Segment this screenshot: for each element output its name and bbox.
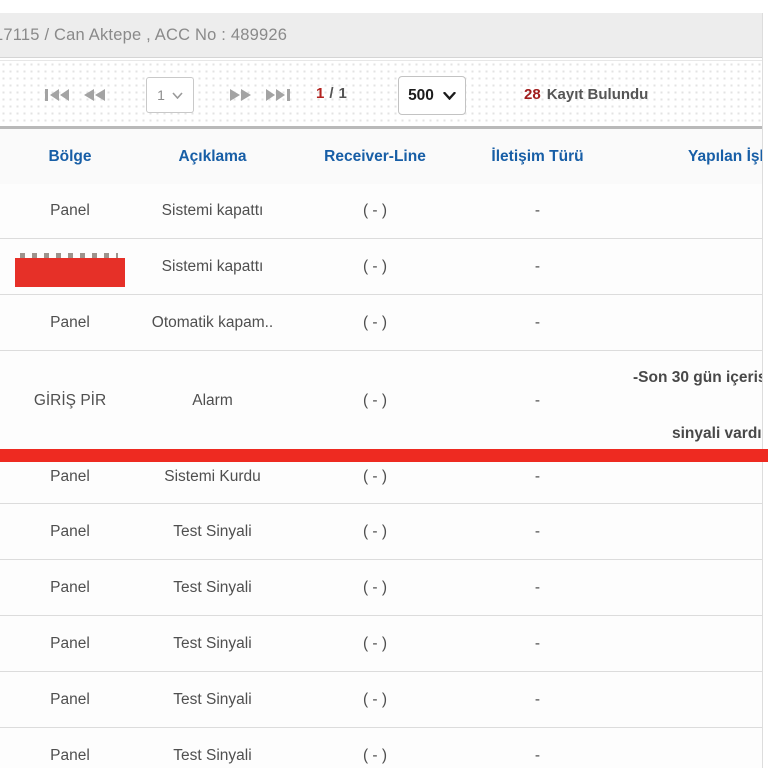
cell-iletisim-turu: - bbox=[534, 690, 541, 708]
table-row[interactable]: Sistemi kapattı ( - ) - bbox=[0, 239, 768, 295]
page-number-value: 1 bbox=[157, 87, 165, 103]
cell-receiver-line: ( - ) bbox=[362, 690, 388, 708]
page-size-select[interactable]: 500 bbox=[398, 76, 466, 115]
cell-iletisim-turu: - bbox=[534, 634, 541, 652]
right-edge-strip bbox=[762, 13, 768, 768]
cell-aciklama: Test Sinyali bbox=[173, 522, 252, 540]
cell-bolge: Panel bbox=[50, 522, 90, 540]
account-title: 17115 / Can Aktepe , ACC No : 489926 bbox=[0, 26, 288, 44]
record-count-label: Kayıt Bulundu bbox=[546, 86, 649, 103]
table-row[interactable]: Panel Test Sinyali ( - ) - bbox=[0, 560, 768, 616]
cell-bolge: Panel bbox=[50, 634, 90, 652]
current-page: 1 bbox=[316, 85, 325, 102]
first-page-icon[interactable] bbox=[44, 88, 70, 102]
cell-iletisim-turu: - bbox=[534, 257, 541, 275]
redaction-bar bbox=[0, 449, 768, 462]
table-row[interactable]: Panel Otomatik kapam.. ( - ) - bbox=[0, 295, 768, 351]
cell-bolge: Panel bbox=[50, 578, 90, 596]
record-count-number: 28 bbox=[524, 86, 541, 103]
cell-aciklama: Test Sinyali bbox=[173, 578, 252, 596]
cell-bolge: GİRİŞ PİR bbox=[33, 392, 107, 409]
cell-bolge: Panel bbox=[50, 202, 90, 219]
table-row[interactable]: Panel Test Sinyali ( - ) - bbox=[0, 672, 768, 728]
account-title-bar: 17115 / Can Aktepe , ACC No : 489926 bbox=[0, 13, 768, 58]
column-header-receiver-line[interactable]: Receiver-Line bbox=[285, 129, 465, 184]
cell-aciklama: Otomatik kapam.. bbox=[151, 313, 274, 331]
chevron-down-icon bbox=[172, 91, 183, 99]
cell-receiver-line: ( - ) bbox=[362, 746, 388, 764]
cell-aciklama: Alarm bbox=[192, 392, 233, 409]
cell-iletisim-turu: - bbox=[534, 578, 541, 596]
cell-receiver-line: ( - ) bbox=[362, 202, 388, 219]
cell-iletisim-turu: - bbox=[534, 313, 541, 331]
cell-aciklama: Test Sinyali bbox=[173, 690, 252, 708]
cell-aciklama: Sistemi kapattı bbox=[161, 202, 264, 219]
cell-aciklama: Test Sinyali bbox=[173, 634, 252, 652]
column-header-yapilan-islem[interactable]: Yapılan İşle bbox=[688, 129, 768, 184]
page-indicator: 1 / 1 bbox=[316, 85, 347, 102]
table-body: Panel Sistemi kapattı ( - ) - Sistemi ka… bbox=[0, 184, 768, 768]
cell-aciklama: Test Sinyali bbox=[173, 746, 252, 764]
column-header-iletisim-turu[interactable]: İletişim Türü bbox=[465, 129, 610, 184]
next-page-icon[interactable] bbox=[229, 88, 253, 102]
cell-bolge: Panel bbox=[50, 746, 90, 764]
cell-receiver-line: ( - ) bbox=[362, 578, 388, 596]
cell-iletisim-turu: - bbox=[534, 746, 541, 764]
cell-iletisim-turu: - bbox=[534, 522, 541, 540]
last-page-icon[interactable] bbox=[265, 88, 291, 102]
cell-bolge: Panel bbox=[50, 313, 90, 331]
table-header-row: Bölge Açıklama Receiver-Line İletişim Tü… bbox=[0, 129, 768, 185]
alarm-log-window: 17115 / Can Aktepe , ACC No : 489926 1 1… bbox=[0, 0, 768, 768]
cell-aciklama: Sistemi kapattı bbox=[161, 257, 264, 275]
column-header-aciklama[interactable]: Açıklama bbox=[140, 129, 285, 184]
cell-receiver-line: ( - ) bbox=[362, 634, 388, 652]
redaction-box bbox=[15, 258, 125, 287]
cell-receiver-line: ( - ) bbox=[362, 313, 388, 331]
table-row-alarm[interactable]: GİRİŞ PİR Alarm ( - ) - -Son 30 gün içer… bbox=[0, 351, 768, 451]
cell-iletisim-turu: - bbox=[534, 392, 541, 409]
alarm-note-line1: -Son 30 gün içeris bbox=[633, 369, 767, 386]
previous-page-icon[interactable] bbox=[82, 88, 106, 102]
cell-receiver-line: ( - ) bbox=[362, 392, 388, 409]
page-separator: / bbox=[329, 85, 334, 102]
alarm-note-line2: sinyali vardı bbox=[672, 425, 762, 442]
table-row[interactable]: Panel Test Sinyali ( - ) - bbox=[0, 616, 768, 672]
column-header-bolge[interactable]: Bölge bbox=[0, 129, 140, 184]
cell-receiver-line: ( - ) bbox=[362, 522, 388, 540]
cell-receiver-line: ( - ) bbox=[362, 257, 388, 275]
page-size-value: 500 bbox=[408, 86, 434, 104]
pagination-toolbar: 1 1 / 1 500 28 Kayıt Bulundu bbox=[0, 60, 768, 126]
total-pages: 1 bbox=[338, 85, 347, 102]
chevron-down-icon bbox=[443, 91, 456, 100]
cell-bolge: Panel bbox=[50, 690, 90, 708]
table-row[interactable]: Panel Test Sinyali ( - ) - bbox=[0, 504, 768, 560]
record-count: 28 Kayıt Bulundu bbox=[524, 86, 648, 103]
cell-iletisim-turu: - bbox=[534, 202, 541, 219]
table-row[interactable]: Panel Test Sinyali ( - ) - bbox=[0, 728, 768, 768]
page-number-select[interactable]: 1 bbox=[146, 77, 194, 113]
table-row[interactable]: Panel Sistemi kapattı ( - ) - bbox=[0, 184, 768, 239]
